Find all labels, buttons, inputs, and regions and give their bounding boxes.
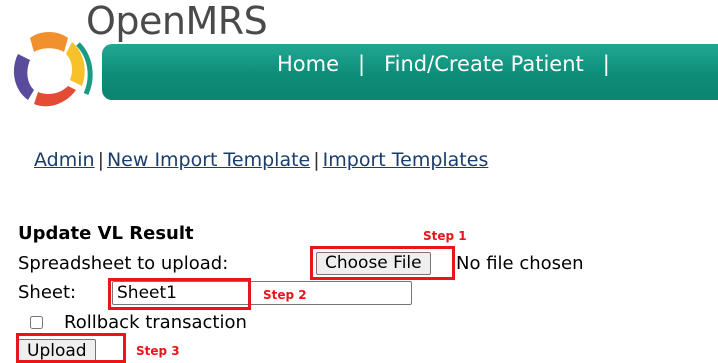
file-status-text: No file chosen [456,253,584,274]
rollback-label[interactable]: Rollback transaction [64,311,247,335]
form-title: Update VL Result [18,223,194,244]
app-title: OpenMRS [86,0,268,43]
link-separator: | [313,149,320,171]
nav-separator: | [358,52,366,76]
nav-find-create-patient-link[interactable]: Find/Create Patient [384,52,584,76]
nav-home-link[interactable]: Home [277,52,339,76]
step-2-label: Step 2 [263,288,307,302]
openmrs-logo-icon[interactable] [6,30,94,114]
step-3-label: Step 3 [136,344,180,358]
rollback-checkbox[interactable] [30,316,43,329]
admin-breadcrumb-links: Admin | New Import Template | Import Templat… [34,147,488,173]
sheet-name-input[interactable] [112,281,412,305]
main-navigation: Home | Find/Create Patient | [277,44,629,84]
upload-button[interactable]: Upload [18,339,96,363]
spreadsheet-upload-label: Spreadsheet to upload: [18,253,229,274]
import-templates-link[interactable]: Import Templates [323,149,489,171]
new-import-template-link[interactable]: New Import Template [107,149,310,171]
admin-link[interactable]: Admin [34,149,95,171]
openmrs-import-page: Home | Find/Create Patient | OpenMRS Adm… [0,0,718,363]
top-navigation-bar: Home | Find/Create Patient | [102,44,718,100]
choose-file-button[interactable]: Choose File [316,252,431,275]
sheet-label: Sheet: [18,282,77,303]
openmrs-logo-graphic [13,32,93,107]
link-separator: | [97,149,104,171]
nav-separator: | [602,52,610,76]
step-1-label: Step 1 [423,229,467,243]
